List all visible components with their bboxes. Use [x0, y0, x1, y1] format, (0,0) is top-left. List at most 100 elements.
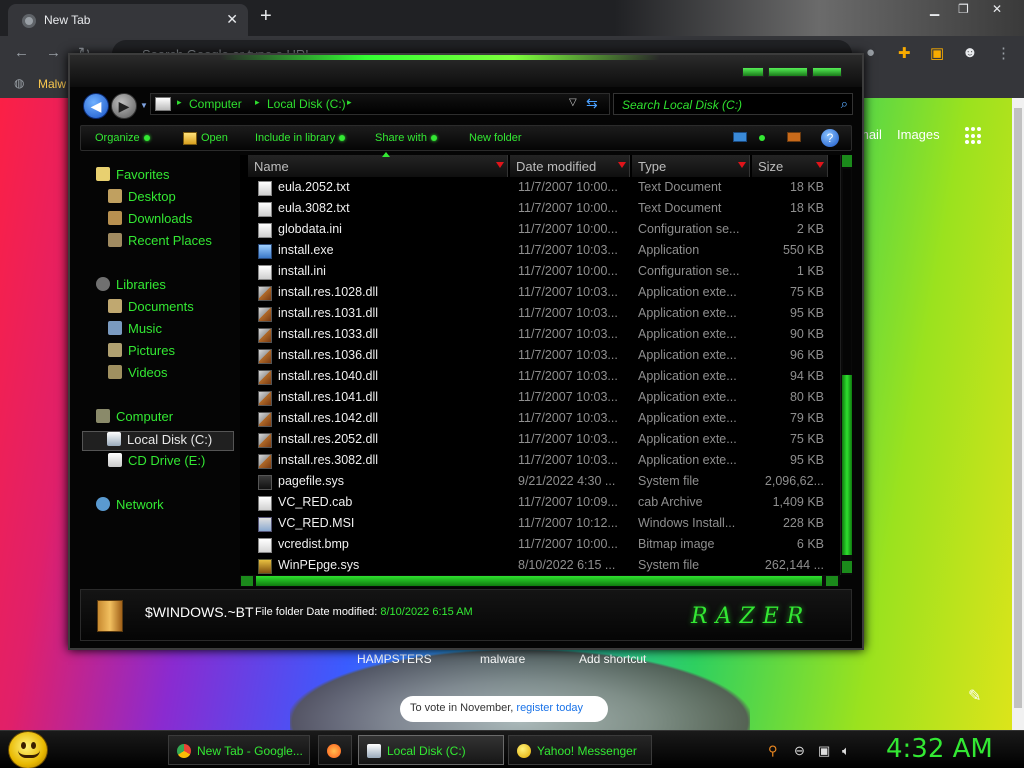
file-row[interactable]: install.res.1042.dll 11/7/2007 10:03... Ap…	[240, 409, 840, 430]
side-panel-icon[interactable]: ▣	[930, 44, 944, 62]
nav-cd-drive[interactable]: CD Drive (E:)	[108, 453, 205, 473]
file-row[interactable]: eula.2052.txt 11/7/2007 10:00... Text Docu…	[240, 178, 840, 199]
breadcrumb-computer[interactable]: Computer	[189, 97, 242, 111]
nav-pictures[interactable]: Pictures	[108, 343, 175, 363]
column-dropdown-icon[interactable]	[738, 162, 746, 168]
search-tray-icon[interactable]: ⚲	[768, 743, 778, 759]
close-tab-icon[interactable]: ✕	[226, 11, 238, 28]
close-window-icon[interactable]: ✕	[992, 2, 1002, 16]
file-row[interactable]: install.res.1036.dll 11/7/2007 10:03... Ap…	[240, 346, 840, 367]
column-dropdown-icon[interactable]	[496, 162, 504, 168]
nav-documents[interactable]: Documents	[108, 299, 194, 319]
customize-pencil-icon[interactable]: ✎	[968, 686, 981, 706]
taskbar-firefox[interactable]	[318, 735, 352, 765]
taskbar-clock[interactable]: 4:32 AM	[886, 734, 993, 764]
file-row[interactable]: install.exe 11/7/2007 10:03... Application…	[240, 241, 840, 262]
column-header-date[interactable]: Date modified	[510, 155, 630, 177]
nav-music[interactable]: Music	[108, 321, 162, 341]
include-in-library-button[interactable]: Include in library	[255, 132, 346, 144]
scroll-down-button[interactable]	[842, 561, 852, 573]
breadcrumb-separator[interactable]: ▸	[255, 97, 260, 108]
nav-downloads[interactable]: Downloads	[108, 211, 192, 231]
shortcut-hampsters[interactable]: HAMPSTERS	[357, 652, 432, 666]
scroll-right-button[interactable]	[826, 576, 838, 586]
back-icon[interactable]: ←	[14, 44, 29, 61]
network-tray-icon[interactable]: ▣	[818, 743, 830, 759]
new-folder-button[interactable]: New folder	[469, 132, 522, 144]
recent-pages-dropdown-icon[interactable]: ▼	[140, 101, 148, 110]
page-scrollbar[interactable]	[1012, 98, 1024, 730]
column-header-size[interactable]: Size	[752, 155, 828, 177]
file-row[interactable]: install.res.1028.dll 11/7/2007 10:03... Ap…	[240, 283, 840, 304]
nav-videos[interactable]: Videos	[108, 365, 168, 385]
file-row[interactable]: VC_RED.cab 11/7/2007 10:09... cab Archive 1…	[240, 493, 840, 514]
minimize-icon[interactable]: ▁	[930, 2, 939, 16]
restore-icon[interactable]: ❐	[958, 2, 969, 16]
volume-icon[interactable]: 🔈︎	[842, 743, 850, 759]
preview-pane-icon[interactable]	[787, 132, 801, 142]
explorer-close-button[interactable]	[812, 67, 842, 77]
address-bar[interactable]: ▸ Computer ▸ Local Disk (C:) ▸ ▽	[150, 93, 610, 115]
breadcrumb-separator[interactable]: ▸	[177, 97, 182, 108]
scroll-thumb[interactable]	[842, 375, 852, 555]
column-header-type[interactable]: Type	[632, 155, 750, 177]
taskbar-local-disk[interactable]: Local Disk (C:)	[358, 735, 504, 765]
file-row[interactable]: install.res.1031.dll 11/7/2007 10:03... Ap…	[240, 304, 840, 325]
search-icon[interactable]: ⌕	[841, 96, 848, 112]
breadcrumb-local-disk[interactable]: Local Disk (C:)	[267, 97, 346, 111]
file-row[interactable]: VC_RED.MSI 11/7/2007 10:12... Windows Inst…	[240, 514, 840, 535]
shortcut-malware[interactable]: malware	[480, 652, 525, 666]
column-dropdown-icon[interactable]	[816, 162, 824, 168]
nav-desktop[interactable]: Desktop	[108, 189, 176, 209]
nav-recent-places[interactable]: Recent Places	[108, 233, 212, 253]
file-row[interactable]: install.res.1041.dll 11/7/2007 10:03... Ap…	[240, 388, 840, 409]
images-link[interactable]: Images	[897, 127, 940, 142]
menu-icon[interactable]: ⋮	[996, 44, 1011, 62]
file-list-vertical-scrollbar[interactable]	[840, 155, 852, 575]
file-row[interactable]: install.res.2052.dll 11/7/2007 10:03... Ap…	[240, 430, 840, 451]
nav-computer[interactable]: Computer	[96, 409, 173, 429]
profile-avatar-icon[interactable]: ☻	[962, 44, 978, 61]
organize-button[interactable]: Organize	[95, 132, 150, 144]
view-options-dot-icon[interactable]	[759, 135, 765, 141]
address-dropdown-icon[interactable]: ▽	[569, 97, 577, 108]
new-tab-button[interactable]: +	[260, 5, 272, 28]
nav-local-disk[interactable]: Local Disk (C:)	[82, 431, 234, 451]
status-tray-icon[interactable]: ⊖	[794, 743, 805, 759]
column-header-name[interactable]: Name	[248, 152, 508, 177]
file-row[interactable]: eula.3082.txt 11/7/2007 10:00... Text Docu…	[240, 199, 840, 220]
search-input[interactable]: Search Local Disk (C:) ⌕	[613, 93, 853, 115]
change-view-icon[interactable]	[733, 132, 747, 142]
file-row[interactable]: pagefile.sys 9/21/2022 4:30 ... System fil…	[240, 472, 840, 493]
scroll-up-button[interactable]	[842, 155, 852, 167]
chrome-tab[interactable]: New Tab ✕	[8, 4, 248, 36]
column-dropdown-icon[interactable]	[618, 162, 626, 168]
file-row[interactable]: globdata.ini 11/7/2007 10:00... Configurat…	[240, 220, 840, 241]
profile-flag-icon[interactable]: ●	[866, 44, 875, 61]
file-row[interactable]: install.res.1040.dll 11/7/2007 10:03... Ap…	[240, 367, 840, 388]
nav-favorites[interactable]: Favorites	[96, 167, 169, 187]
file-list-horizontal-scrollbar[interactable]	[240, 575, 840, 587]
breadcrumb-separator[interactable]: ▸	[347, 97, 352, 108]
bookmark-item[interactable]: Malw	[38, 77, 66, 91]
file-row[interactable]: WinPEpge.sys 8/10/2022 6:15 ... System fil…	[240, 556, 840, 577]
file-row[interactable]: vcredist.bmp 11/7/2007 10:00... Bitmap ima…	[240, 535, 840, 556]
extensions-icon[interactable]: ✚	[898, 44, 911, 62]
add-shortcut-button[interactable]: Add shortcut	[579, 652, 646, 666]
scroll-left-button[interactable]	[241, 576, 253, 586]
forward-icon[interactable]: →	[46, 44, 61, 61]
taskbar-chrome[interactable]: New Tab - Google...	[168, 735, 310, 765]
file-row[interactable]: install.ini 11/7/2007 10:00... Configurati…	[240, 262, 840, 283]
help-icon[interactable]: ?	[821, 129, 839, 147]
forward-button[interactable]: ▶	[111, 93, 137, 119]
file-row[interactable]: install.res.1033.dll 11/7/2007 10:03... Ap…	[240, 325, 840, 346]
horizontal-scroll-thumb[interactable]	[256, 576, 822, 586]
taskbar-yahoo-messenger[interactable]: Yahoo! Messenger	[508, 735, 652, 765]
open-button[interactable]: Open	[201, 132, 228, 144]
share-with-button[interactable]: Share with	[375, 132, 437, 144]
start-button[interactable]	[8, 731, 48, 768]
explorer-maximize-button[interactable]	[768, 67, 808, 77]
nav-network[interactable]: Network	[96, 497, 164, 517]
back-button[interactable]: ◀	[83, 93, 109, 119]
explorer-minimize-button[interactable]	[742, 67, 764, 77]
